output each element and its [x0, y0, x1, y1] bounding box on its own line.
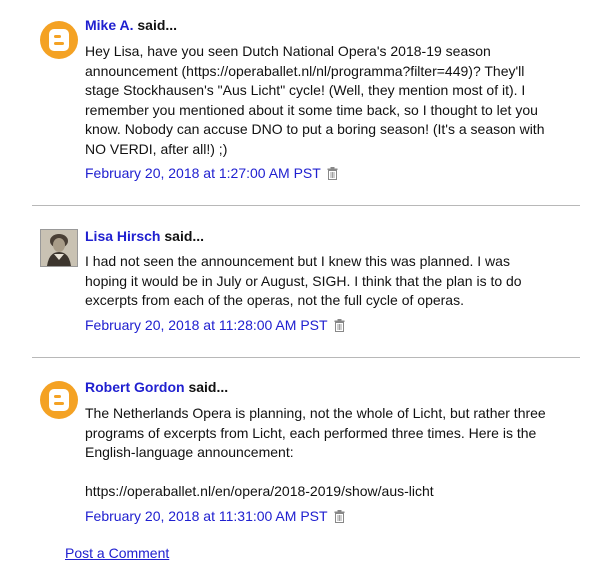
blogger-icon [40, 21, 78, 59]
trash-icon[interactable] [334, 319, 345, 332]
trash-icon[interactable] [334, 510, 345, 523]
comment-author-line: Lisa Hirsch said... [85, 228, 204, 244]
comment-author-line: Mike A. said... [85, 17, 177, 33]
comment-permalink[interactable]: February 20, 2018 at 1:27:00 AM PST [85, 165, 321, 181]
comment-permalink[interactable]: February 20, 2018 at 11:31:00 AM PST [85, 508, 327, 524]
comment-divider [32, 205, 580, 206]
avatar[interactable] [40, 21, 78, 59]
said-label: said... [164, 228, 205, 244]
photo-avatar [40, 229, 78, 267]
comment-author-link[interactable]: Lisa Hirsch [85, 228, 160, 244]
comment-timestamp: February 20, 2018 at 1:27:00 AM PST [85, 165, 338, 181]
comment-timestamp: February 20, 2018 at 11:31:00 AM PST [85, 508, 345, 524]
blogger-icon [40, 381, 78, 419]
said-label: said... [137, 17, 178, 33]
comment-divider [32, 357, 580, 358]
avatar[interactable] [40, 381, 78, 419]
said-label: said... [188, 379, 229, 395]
comment-author-line: Robert Gordon said... [85, 379, 228, 395]
comment-author-link[interactable]: Robert Gordon [85, 379, 185, 395]
comment-body: I had not seen the announcement but I kn… [85, 253, 522, 309]
comment-permalink[interactable]: February 20, 2018 at 11:28:00 AM PST [85, 317, 327, 333]
comment-author-link[interactable]: Mike A. [85, 17, 134, 33]
comment-body: Hey Lisa, have you seen Dutch National O… [85, 43, 545, 157]
post-comment-link[interactable]: Post a Comment [65, 545, 169, 561]
comment-body: The Netherlands Opera is planning, not t… [85, 405, 546, 500]
avatar[interactable] [40, 229, 78, 267]
comment-timestamp: February 20, 2018 at 11:28:00 AM PST [85, 317, 345, 333]
trash-icon[interactable] [327, 167, 338, 180]
user-photo-icon [41, 230, 77, 266]
